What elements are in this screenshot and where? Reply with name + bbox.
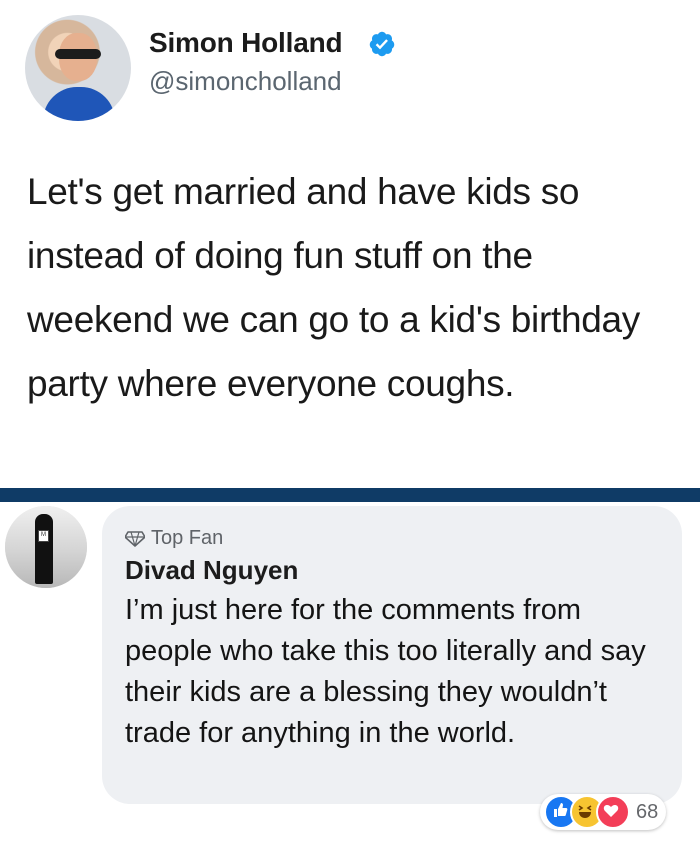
avatar-shirt-logo: M xyxy=(38,530,49,542)
top-fan-badge: Top Fan xyxy=(125,527,223,550)
avatar-shirt xyxy=(43,87,115,121)
top-fan-label: Top Fan xyxy=(151,527,224,549)
tweet-text: Let's get married and have kids so inste… xyxy=(27,171,641,404)
tweet-author-avatar[interactable] xyxy=(25,15,131,121)
tweet-author-name[interactable]: Simon Holland xyxy=(149,27,343,59)
avatar-sunglasses xyxy=(55,49,101,59)
verified-badge-icon xyxy=(369,31,395,57)
tweet-card: Simon Holland @simoncholland Let's get m… xyxy=(0,0,700,488)
section-divider xyxy=(0,488,700,502)
tweet-author-handle[interactable]: @simoncholland xyxy=(149,66,342,97)
commenter-name[interactable]: Divad Nguyen xyxy=(125,555,298,586)
comment-text: I’m just here for the comments from peop… xyxy=(125,594,646,749)
reaction-count: 68 xyxy=(636,800,659,823)
commenter-avatar[interactable]: M xyxy=(5,506,87,588)
top-fan-gem-icon xyxy=(125,530,145,547)
love-reaction-icon xyxy=(596,795,630,829)
reaction-summary[interactable]: 68 xyxy=(540,794,667,830)
avatar-person xyxy=(35,514,53,584)
